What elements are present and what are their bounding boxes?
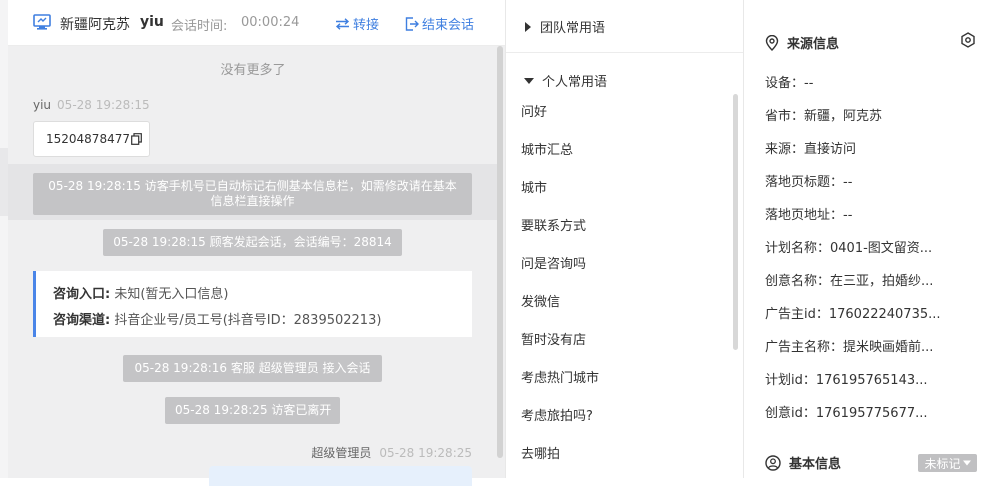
source-info-title: 来源信息 bbox=[787, 37, 840, 52]
chat-panel: 新疆阿克苏 yiu 会话时间: 00:00:24 转接 结束会话 没有更多了 y… bbox=[0, 0, 505, 486]
source-field-plan-name: 计划名称：0401-图文留资... bbox=[765, 241, 933, 256]
source-field-source: 来源：直接访问 bbox=[765, 142, 857, 157]
personal-phrases-label: 个人常用语 bbox=[542, 75, 608, 90]
group-divider bbox=[506, 52, 744, 53]
end-chat-button[interactable]: 结束会话 bbox=[405, 14, 474, 33]
system-notice-agent-join: 05-28 19:28:16 客服 超级管理员 接入会话 bbox=[123, 355, 382, 382]
source-field-creative-id: 创意id：176195775677... bbox=[765, 406, 928, 421]
consult-channel-value: 抖音企业号/员工号(抖音号ID：2839502213) bbox=[114, 313, 382, 328]
personal-phrases-group[interactable]: 个人常用语 bbox=[524, 71, 607, 90]
no-more-history: 没有更多了 bbox=[220, 63, 286, 78]
phrases-scrollbar[interactable] bbox=[733, 94, 738, 350]
source-field-plan-id: 计划id：176195765143... bbox=[765, 373, 928, 388]
phrase-item[interactable]: 发微信 bbox=[521, 291, 560, 310]
exit-icon bbox=[405, 16, 419, 31]
phone-number-bubble: 15204878477 bbox=[33, 121, 150, 157]
source-field-province: 省市：新疆，阿克苏 bbox=[765, 109, 883, 124]
caret-right-icon bbox=[525, 21, 531, 32]
consult-entry-label: 咨询入口: bbox=[53, 287, 111, 302]
source-info-panel: 来源信息 设备：-- 省市：新疆，阿克苏 来源：直接访问 落地页标题：-- 落地… bbox=[743, 0, 986, 478]
phrase-item[interactable]: 问好 bbox=[521, 101, 547, 120]
source-field-advertiser-name: 广告主名称：提米映画婚前... bbox=[765, 340, 934, 355]
agent-name: yiu bbox=[140, 14, 164, 30]
end-chat-label: 结束会话 bbox=[422, 18, 475, 33]
unmarked-dropdown[interactable]: 未标记 bbox=[918, 454, 977, 472]
session-time-value: 00:00:24 bbox=[241, 15, 300, 30]
system-notice-auto-mark: 05-28 19:28:15 访客手机号已自动标记右侧基本信息栏，如需修改请在基… bbox=[33, 173, 472, 215]
visitor-name: 新疆阿克苏 bbox=[60, 17, 130, 33]
agent-sender: 超级管理员 bbox=[311, 446, 372, 460]
consult-channel-row: 咨询渠道: 抖音企业号/员工号(抖音号ID：2839502213) bbox=[53, 308, 472, 334]
monitor-icon bbox=[33, 14, 51, 30]
session-time-label: 会话时间: bbox=[171, 19, 228, 34]
source-field-device: 设备：-- bbox=[765, 76, 814, 91]
source-field-landing-title: 落地页标题：-- bbox=[765, 175, 853, 190]
phrase-item[interactable]: 问是咨询吗 bbox=[521, 253, 586, 272]
visitor-sender: yiu bbox=[33, 98, 52, 112]
phrase-item[interactable]: 要联系方式 bbox=[521, 215, 586, 234]
source-info-header: 来源信息 bbox=[765, 33, 839, 52]
phrase-item[interactable]: 考虑热门城市 bbox=[521, 367, 599, 386]
team-phrases-group[interactable]: 团队常用语 bbox=[524, 17, 605, 36]
agent-message-time: 05-28 19:28:25 bbox=[379, 446, 472, 460]
user-circle-icon bbox=[765, 454, 781, 471]
unmarked-label: 未标记 bbox=[924, 456, 961, 471]
chat-left-edge-segment bbox=[0, 148, 8, 216]
team-phrases-label: 团队常用语 bbox=[540, 21, 606, 36]
system-notice-visitor-left: 05-28 19:28:25 访客已离开 bbox=[165, 397, 340, 424]
basic-info-title: 基本信息 bbox=[789, 457, 842, 472]
phrase-item[interactable]: 去哪拍 bbox=[521, 443, 560, 462]
source-field-landing-url: 落地页地址：-- bbox=[765, 208, 853, 223]
chat-header: 新疆阿克苏 yiu 会话时间: 00:00:24 转接 结束会话 bbox=[8, 0, 505, 46]
phrase-item[interactable]: 城市汇总 bbox=[521, 139, 573, 158]
consult-entry-value: 未知(暂无入口信息) bbox=[114, 287, 229, 302]
hexagon-settings-icon[interactable] bbox=[960, 32, 976, 52]
transfer-button[interactable]: 转接 bbox=[335, 14, 379, 33]
chat-scrollbar[interactable] bbox=[497, 46, 503, 458]
phrase-item[interactable]: 考虑旅拍吗? bbox=[521, 405, 593, 424]
consult-entry-row: 咨询入口: 未知(暂无入口信息) bbox=[53, 282, 472, 308]
phrase-item[interactable]: 城市 bbox=[521, 177, 547, 196]
chat-left-edge bbox=[0, 0, 8, 478]
source-field-creative-name: 创意名称：在三亚，拍婚纱... bbox=[765, 274, 934, 289]
phone-number: 15204878477 bbox=[46, 132, 130, 146]
agent-message-meta: 超级管理员 05-28 19:28:25 bbox=[311, 444, 472, 461]
basic-info-header: 基本信息 bbox=[765, 453, 841, 472]
swap-arrows-icon bbox=[335, 17, 350, 30]
consult-channel-label: 咨询渠道: bbox=[53, 313, 111, 328]
source-field-advertiser-id: 广告主id：176022240735... bbox=[765, 307, 941, 322]
caret-down-icon bbox=[524, 77, 534, 84]
caret-down-icon bbox=[962, 460, 971, 466]
copy-icon[interactable] bbox=[131, 133, 142, 145]
visitor-message-time: 05-28 19:28:15 bbox=[57, 98, 150, 112]
agent-message-bubble bbox=[209, 466, 472, 486]
location-pin-icon bbox=[765, 34, 779, 51]
consult-info-card: 咨询入口: 未知(暂无入口信息) 咨询渠道: 抖音企业号/员工号(抖音号ID：2… bbox=[33, 271, 472, 337]
phrase-item[interactable]: 暂时没有店 bbox=[521, 329, 586, 348]
phrases-panel: 团队常用语 个人常用语 问好 城市汇总 城市 要联系方式 问是咨询吗 发微信 暂… bbox=[505, 0, 744, 478]
transfer-label: 转接 bbox=[353, 18, 380, 33]
system-notice-session-start: 05-28 19:28:15 顾客发起会话，会话编号：28814 bbox=[103, 229, 402, 256]
visitor-message-meta: yiu 05-28 19:28:15 bbox=[33, 98, 150, 112]
